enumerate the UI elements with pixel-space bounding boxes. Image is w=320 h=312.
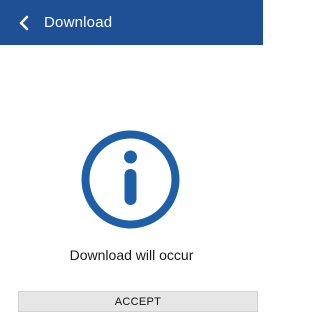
chevron-left-icon: [17, 15, 31, 31]
status-message: Download will occur: [69, 247, 194, 263]
info-icon: [80, 129, 181, 230]
back-button[interactable]: [6, 0, 42, 45]
download-screen: Download Download will occur ACCEPT: [0, 0, 263, 312]
app-bar: Download: [0, 0, 263, 45]
accept-button[interactable]: ACCEPT: [18, 291, 258, 312]
page-title: Download: [44, 14, 113, 31]
